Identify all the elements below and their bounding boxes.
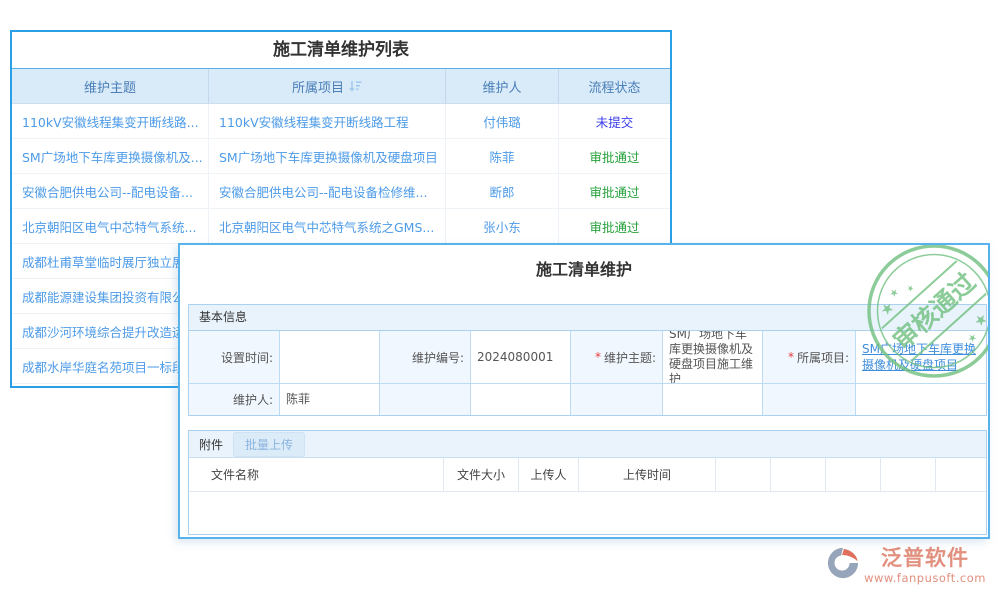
table-row[interactable]: 110kV安徽线程集变开断线路... 110kV安徽线程集变开断线路工程 付伟璐… — [12, 104, 670, 139]
cell-project[interactable]: 110kV安徽线程集变开断线路工程 — [209, 104, 446, 138]
cell-maintainer: 断郎 — [446, 174, 559, 208]
fanpu-logo-icon — [826, 546, 860, 580]
empty-label-cell — [571, 384, 663, 415]
cell-topic[interactable]: 北京朝阳区电气中芯特气系统... — [12, 209, 209, 243]
screen: 施工清单维护列表 维护主题 所属项目 维护人 流程状态 — [0, 0, 1000, 600]
cell-topic[interactable]: 110kV安徽线程集变开断线路... — [12, 104, 209, 138]
cell-maintainer: 陈菲 — [446, 139, 559, 173]
star-icon: ★ — [905, 283, 916, 294]
column-header-topic-label: 维护主题 — [84, 77, 136, 96]
attachments-bar: 附件 批量上传 — [189, 431, 986, 458]
maintenance-no-value[interactable]: 2024080001 — [471, 331, 571, 384]
maintenance-no-label: 维护编号: — [380, 331, 471, 384]
cell-maintainer: 付伟璐 — [446, 104, 559, 138]
empty-value-cell — [856, 384, 986, 415]
table-row[interactable]: 北京朝阳区电气中芯特气系统... 北京朝阳区电气中芯特气系统之GMS... 张小… — [12, 209, 670, 244]
attachments-header-row: 文件名称 文件大小 上传人 上传时间 — [189, 458, 986, 492]
list-header-row: 维护主题 所属项目 维护人 流程状态 — [12, 69, 670, 104]
cell-maintainer: 张小东 — [446, 209, 559, 243]
column-header-project-label: 所属项目 — [292, 77, 344, 96]
project-link-cell: SM广场地下车库更换摄像机及硬盘项目 — [856, 331, 986, 384]
empty-header-cell — [826, 458, 881, 491]
required-mark: * — [788, 350, 794, 364]
column-header-maintainer-label: 维护人 — [482, 77, 521, 96]
form-row: 维护人: 陈菲 — [189, 384, 986, 415]
detail-window-title: 施工清单维护 — [180, 256, 988, 280]
cell-status: 审批通过 — [559, 139, 670, 173]
empty-label-cell — [763, 384, 856, 415]
cell-project[interactable]: SM广场地下车库更换摄像机及硬盘项目 — [209, 139, 446, 173]
brand-footer: 泛普软件 www.fanpusoft.com — [826, 546, 986, 585]
batch-upload-button[interactable]: 批量上传 — [233, 432, 305, 457]
set-time-input[interactable] — [280, 331, 380, 384]
cell-status: 审批通过 — [559, 209, 670, 243]
empty-value-cell — [663, 384, 763, 415]
empty-header-cell — [936, 458, 986, 491]
cell-project[interactable]: 安徽合肥供电公司--配电设备检修维... — [209, 174, 446, 208]
star-icon: ★ — [888, 286, 902, 300]
attachments-section: 附件 批量上传 文件名称 文件大小 上传人 上传时间 — [188, 430, 987, 535]
basic-info-section-title: 基本信息 — [189, 305, 986, 331]
empty-value-cell — [471, 384, 571, 415]
cell-topic[interactable]: SM广场地下车库更换摄像机及... — [12, 139, 209, 173]
cell-status: 未提交 — [559, 104, 670, 138]
form-row: 设置时间: 维护编号: 2024080001 * 维护主题: SM广场地下车库更… — [189, 331, 986, 384]
cell-project[interactable]: 北京朝阳区电气中芯特气系统之GMS... — [209, 209, 446, 243]
brand-name: 泛普软件 — [881, 546, 969, 570]
column-header-status-label: 流程状态 — [588, 77, 640, 96]
maintenance-topic-label: * 维护主题: — [571, 331, 663, 384]
maintainer-input[interactable]: 陈菲 — [280, 384, 380, 415]
detail-window: 施工清单维护 审核通过 ★ ★ ★ ★ ★ 基本信息 — [178, 243, 990, 539]
empty-header-cell — [881, 458, 936, 491]
table-row[interactable]: 安徽合肥供电公司--配电设备... 安徽合肥供电公司--配电设备检修维... 断… — [12, 174, 670, 209]
empty-header-cell — [716, 458, 771, 491]
maintainer-label: 维护人: — [189, 384, 280, 415]
cell-topic[interactable]: 安徽合肥供电公司--配电设备... — [12, 174, 209, 208]
maintenance-topic-value[interactable]: SM广场地下车库更换摄像机及硬盘项目施工维护 — [663, 331, 763, 384]
table-row[interactable]: SM广场地下车库更换摄像机及... SM广场地下车库更换摄像机及硬盘项目 陈菲 … — [12, 139, 670, 174]
required-mark: * — [595, 350, 601, 364]
column-header-project[interactable]: 所属项目 — [209, 69, 446, 103]
project-label: * 所属项目: — [763, 331, 856, 384]
column-header-maintainer: 维护人 — [446, 69, 559, 103]
sort-icon[interactable] — [349, 80, 362, 92]
file-size-header: 文件大小 — [444, 458, 519, 491]
brand-texts: 泛普软件 www.fanpusoft.com — [864, 546, 986, 585]
attachments-section-title: 附件 — [199, 436, 223, 453]
uploader-header: 上传人 — [519, 458, 579, 491]
attachments-empty-body — [189, 492, 986, 532]
cell-status: 审批通过 — [559, 174, 670, 208]
upload-time-header: 上传时间 — [579, 458, 716, 491]
basic-info-section: 基本信息 设置时间: 维护编号: 2024080001 * 维护主题: SM广场… — [188, 304, 987, 416]
list-window-title: 施工清单维护列表 — [12, 32, 670, 69]
column-header-topic: 维护主题 — [12, 69, 209, 103]
file-name-header: 文件名称 — [189, 458, 444, 491]
empty-header-cell — [771, 458, 826, 491]
column-header-status: 流程状态 — [559, 69, 670, 103]
empty-label-cell — [380, 384, 471, 415]
project-link[interactable]: SM广场地下车库更换摄像机及硬盘项目 — [862, 341, 980, 373]
set-time-label: 设置时间: — [189, 331, 280, 384]
brand-url: www.fanpusoft.com — [864, 571, 986, 585]
